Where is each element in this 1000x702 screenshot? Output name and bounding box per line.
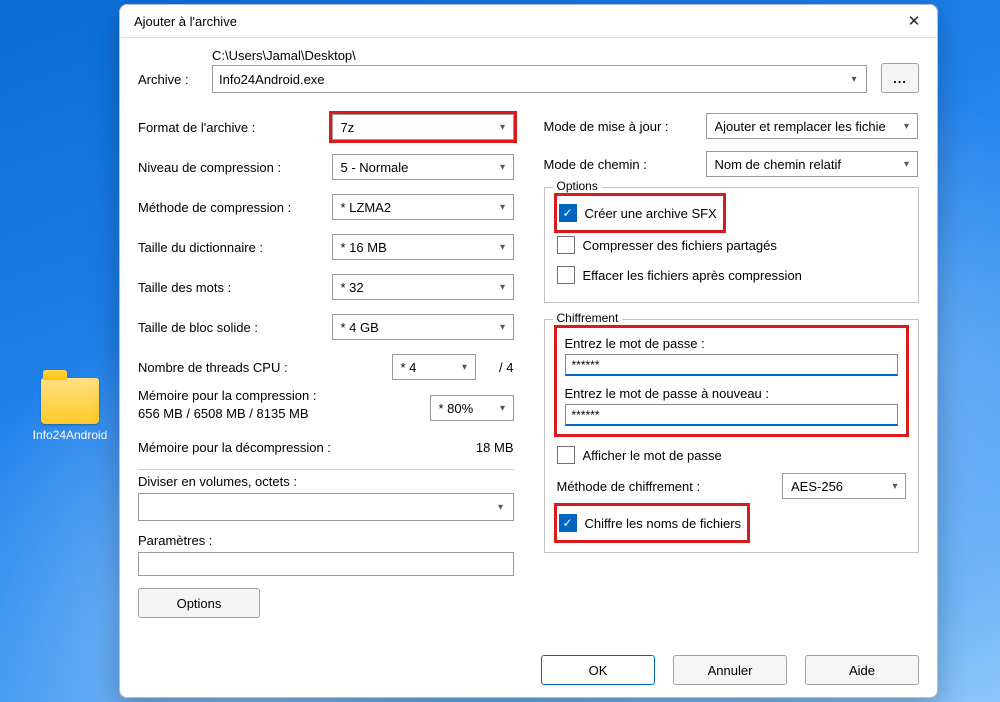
mem-compress-label: Mémoire pour la compression :: [138, 387, 420, 405]
cpu-threads-label: Nombre de threads CPU :: [138, 360, 382, 375]
mem-decompress-label: Mémoire pour la décompression :: [138, 440, 466, 455]
chevron-down-icon: ▾: [459, 362, 471, 373]
chevron-down-icon: ▾: [497, 202, 509, 213]
dictionary-size-label: Taille du dictionnaire :: [138, 240, 322, 255]
compression-level-select[interactable]: 5 - Normale ▾: [332, 154, 514, 180]
path-mode-select[interactable]: Nom de chemin relatif ▾: [706, 151, 918, 177]
split-volumes-select[interactable]: ▾: [138, 493, 514, 521]
chevron-down-icon: ▾: [901, 159, 913, 170]
chevron-down-icon: ▾: [497, 162, 509, 173]
password-input[interactable]: [565, 354, 899, 376]
options-legend: Options: [553, 179, 602, 193]
path-mode-label: Mode de chemin :: [544, 157, 694, 172]
split-volumes-label: Diviser en volumes, octets :: [138, 474, 514, 489]
compression-level-label: Niveau de compression :: [138, 160, 322, 175]
archive-filename: Info24Android.exe: [219, 72, 325, 87]
encryption-method-label: Méthode de chiffrement :: [557, 479, 771, 494]
sfx-label: Créer une archive SFX: [585, 206, 717, 221]
word-size-label: Taille des mots :: [138, 280, 322, 295]
chevron-down-icon: ▾: [497, 322, 509, 333]
cancel-button[interactable]: Annuler: [673, 655, 787, 685]
options-fieldset: Options ✓ Créer une archive SFX Compress…: [544, 187, 920, 303]
solid-block-label: Taille de bloc solide :: [138, 320, 322, 335]
word-size-select[interactable]: * 32 ▾: [332, 274, 514, 300]
chevron-down-icon: ▾: [497, 282, 509, 293]
password-confirm-label: Entrez le mot de passe à nouveau :: [565, 386, 899, 401]
encrypt-filenames-checkbox[interactable]: ✓: [559, 514, 577, 532]
delete-after-checkbox[interactable]: [557, 266, 575, 284]
encryption-fieldset: Chiffrement Entrez le mot de passe : Ent…: [544, 319, 920, 553]
parameters-input[interactable]: [138, 552, 514, 576]
encryption-method-select[interactable]: AES-256 ▾: [782, 473, 906, 499]
parameters-label: Paramètres :: [138, 533, 514, 548]
desktop: Info24Android Ajouter à l'archive ✕ Arch…: [0, 0, 1000, 702]
solid-block-select[interactable]: * 4 GB ▾: [332, 314, 514, 340]
format-label: Format de l'archive :: [138, 120, 322, 135]
compression-method-select[interactable]: * LZMA2 ▾: [332, 194, 514, 220]
password-label: Entrez le mot de passe :: [565, 336, 899, 351]
chevron-down-icon: ▾: [497, 242, 509, 253]
folder-label: Info24Android: [30, 428, 110, 442]
delete-after-label: Effacer les fichiers après compression: [583, 268, 802, 283]
chevron-down-icon: ▾: [848, 74, 860, 85]
show-password-label: Afficher le mot de passe: [583, 448, 722, 463]
archive-format-select[interactable]: 7z ▾: [332, 114, 514, 140]
compress-shared-label: Compresser des fichiers partagés: [583, 238, 777, 253]
mem-decompress-value: 18 MB: [476, 440, 514, 455]
archive-filename-select[interactable]: Info24Android.exe ▾: [212, 65, 867, 93]
dictionary-size-select[interactable]: * 16 MB ▾: [332, 234, 514, 260]
titlebar: Ajouter à l'archive ✕: [120, 5, 937, 38]
update-mode-label: Mode de mise à jour :: [544, 119, 694, 134]
chevron-down-icon: ▾: [497, 403, 509, 414]
cpu-threads-max: / 4: [486, 360, 514, 375]
ok-button[interactable]: OK: [541, 655, 655, 685]
add-to-archive-dialog: Ajouter à l'archive ✕ Archive : C:\Users…: [119, 4, 938, 698]
folder-icon: [41, 378, 99, 424]
desktop-folder[interactable]: Info24Android: [30, 378, 110, 442]
browse-button[interactable]: ...: [881, 63, 919, 93]
encrypt-filenames-label: Chiffre les noms de fichiers: [585, 516, 742, 531]
update-mode-select[interactable]: Ajouter et remplacer les fichie ▾: [706, 113, 918, 139]
mem-percent-select[interactable]: * 80% ▾: [430, 395, 514, 421]
dialog-title: Ajouter à l'archive: [134, 14, 897, 29]
chevron-down-icon: ▾: [497, 122, 509, 133]
compression-method-label: Méthode de compression :: [138, 200, 322, 215]
chevron-down-icon: ▾: [495, 502, 507, 513]
archive-path: C:\Users\Jamal\Desktop\: [212, 48, 867, 63]
encryption-legend: Chiffrement: [553, 311, 623, 325]
close-icon: ✕: [908, 12, 921, 30]
archive-label: Archive :: [138, 72, 198, 93]
mem-compress-info: 656 MB / 6508 MB / 8135 MB: [138, 405, 420, 423]
sfx-checkbox[interactable]: ✓: [559, 204, 577, 222]
chevron-down-icon: ▾: [901, 121, 913, 132]
password-confirm-input[interactable]: [565, 404, 899, 426]
compress-shared-checkbox[interactable]: [557, 236, 575, 254]
close-button[interactable]: ✕: [897, 7, 931, 35]
cpu-threads-select[interactable]: * 4 ▾: [392, 354, 476, 380]
options-button[interactable]: Options: [138, 588, 260, 618]
show-password-checkbox[interactable]: [557, 446, 575, 464]
chevron-down-icon: ▾: [889, 481, 901, 492]
help-button[interactable]: Aide: [805, 655, 919, 685]
